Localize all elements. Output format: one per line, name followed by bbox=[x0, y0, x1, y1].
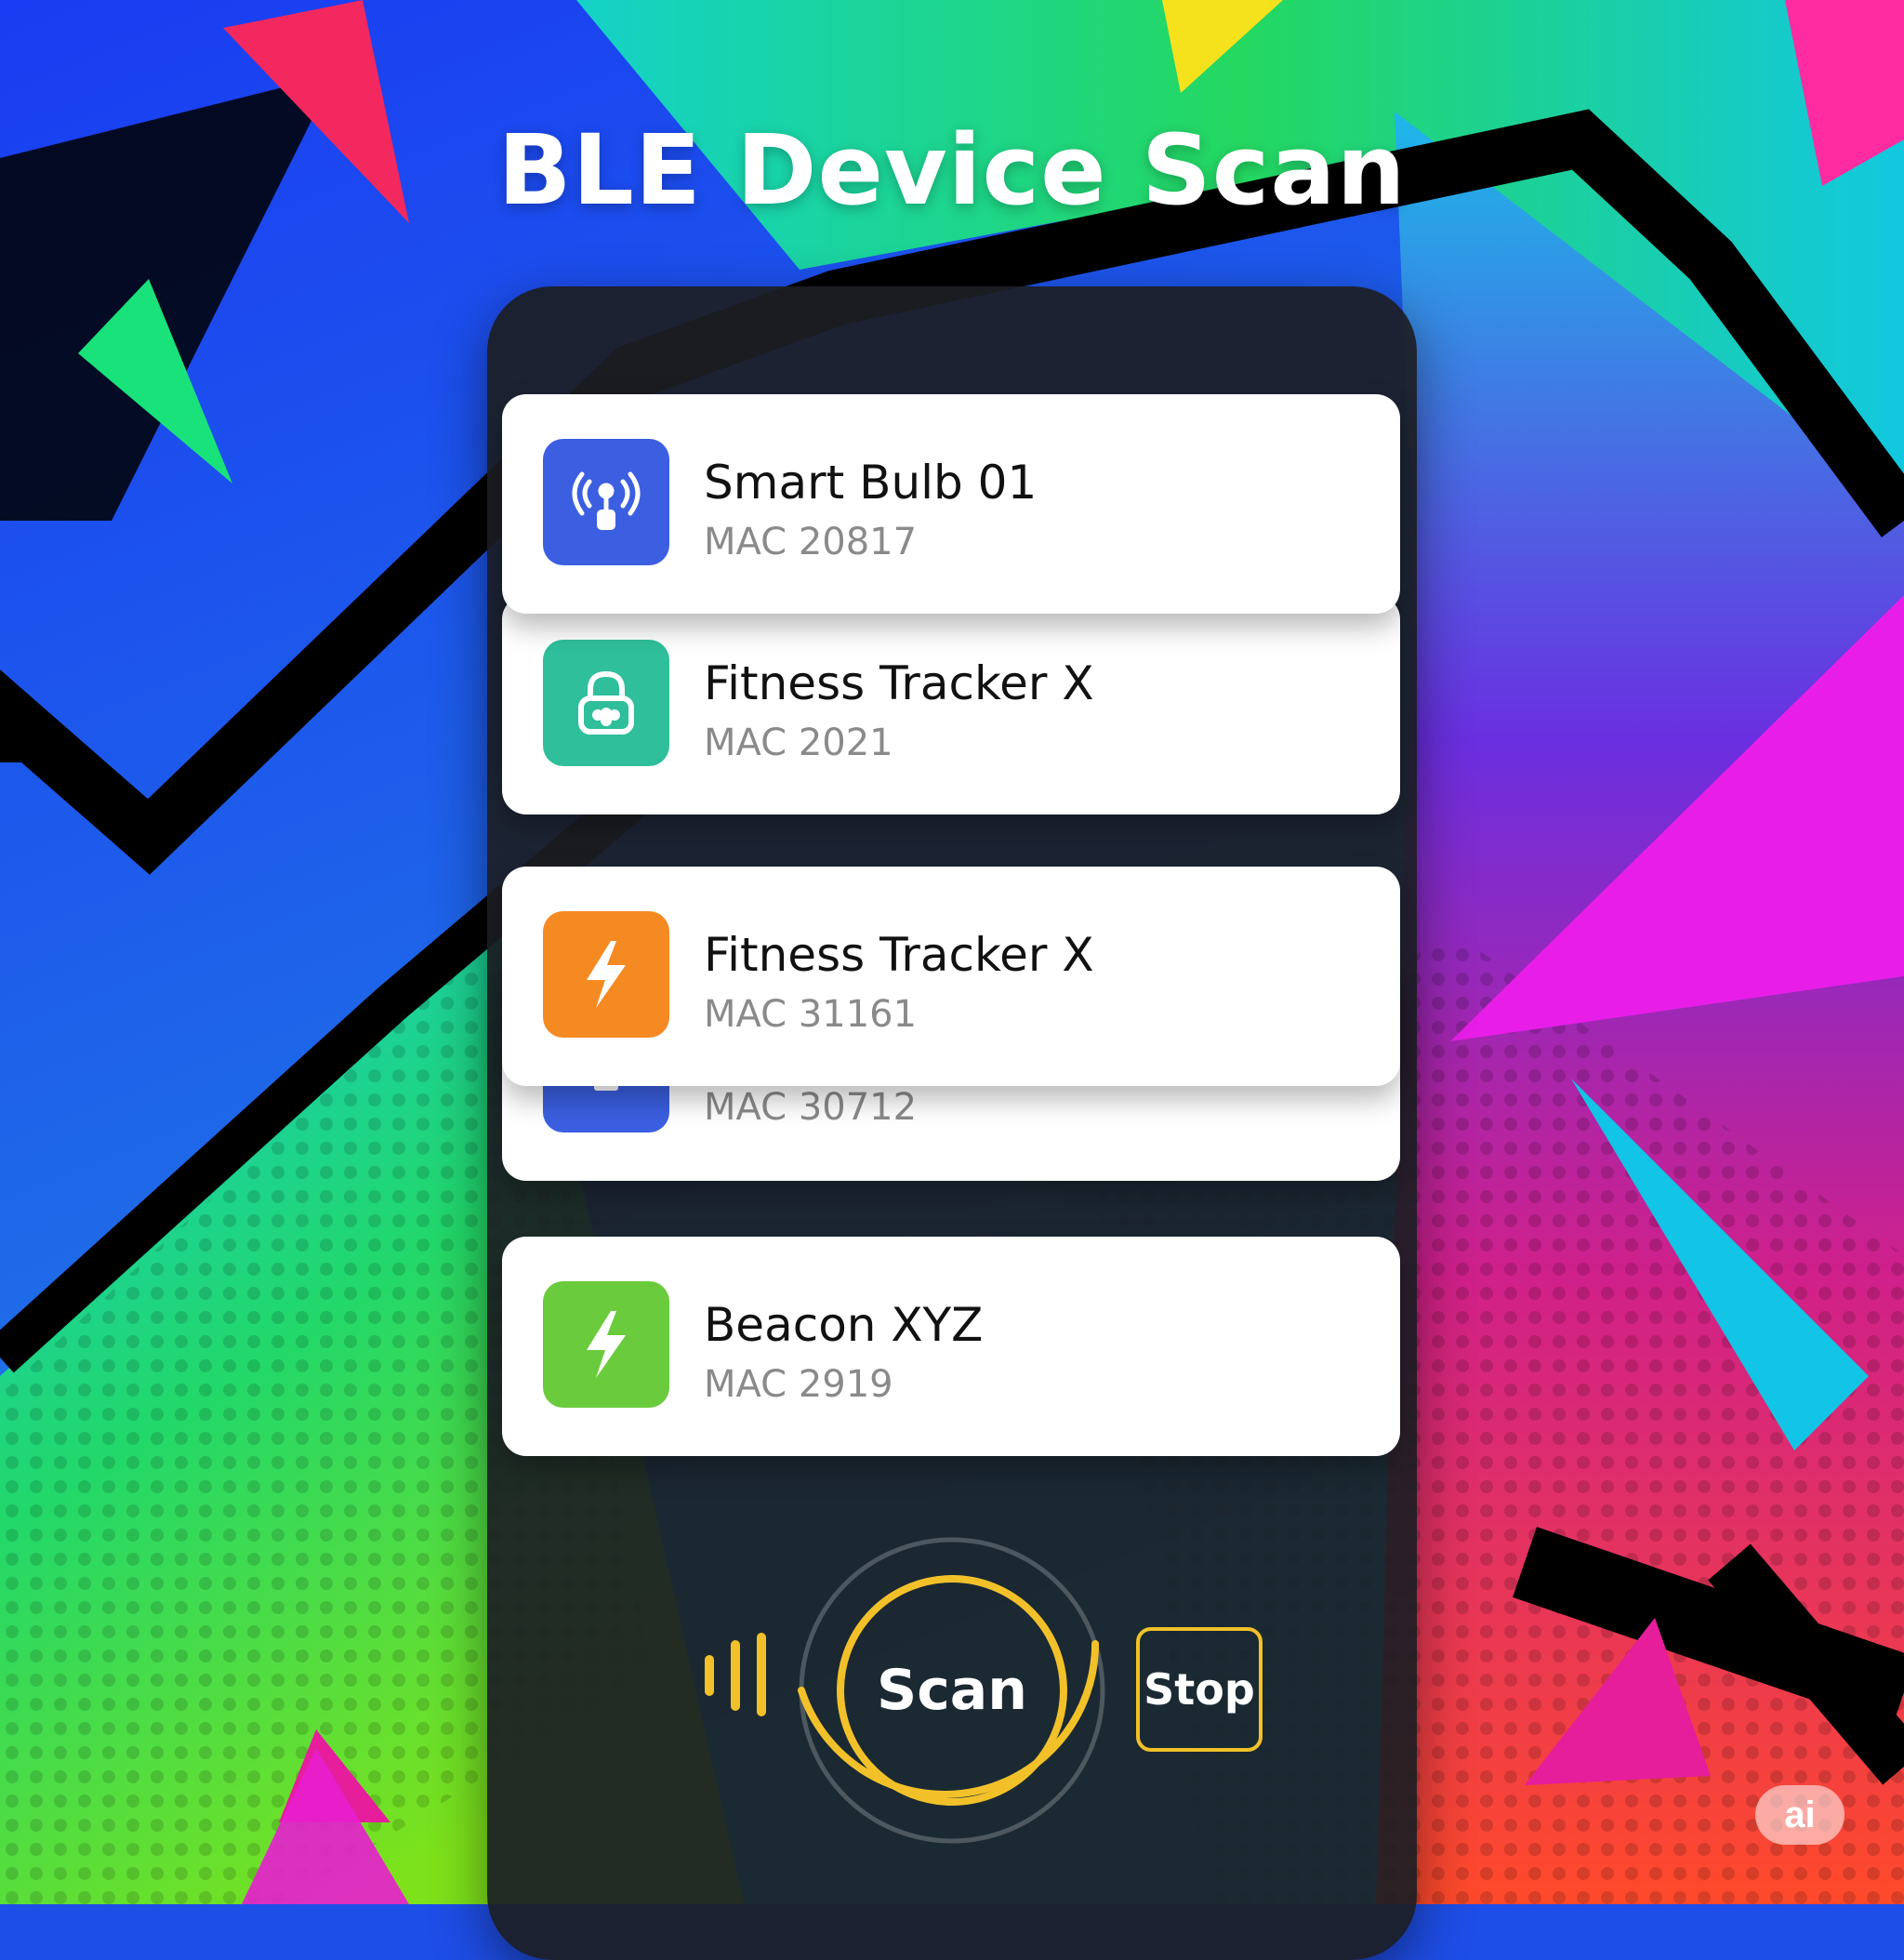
antenna-icon bbox=[543, 439, 669, 565]
lightning-icon bbox=[543, 1281, 669, 1408]
device-name: Smart Bulb 01 bbox=[704, 456, 1038, 510]
signal-bars-icon bbox=[705, 1633, 766, 1716]
stop-button[interactable]: Stop bbox=[1136, 1627, 1263, 1752]
lightning-icon bbox=[543, 911, 669, 1038]
scan-button[interactable]: Scan bbox=[794, 1532, 1110, 1848]
device-name: Beacon XYZ bbox=[704, 1298, 984, 1352]
ai-badge: ai bbox=[1755, 1785, 1844, 1845]
device-name: Fitness Tracker X bbox=[704, 656, 1094, 710]
device-card[interactable]: Fitness Tracker X MAC 2021 bbox=[502, 595, 1400, 814]
device-mac: MAC 31161 bbox=[704, 993, 918, 1036]
device-mac: MAC 20817 bbox=[704, 521, 918, 563]
padlock-icon bbox=[543, 640, 669, 766]
device-card[interactable]: Smart Bulb 01 MAC 20817 bbox=[502, 394, 1400, 614]
device-mac: MAC 2021 bbox=[704, 722, 893, 764]
device-mac: MAC 2919 bbox=[704, 1363, 893, 1406]
scan-label: Scan bbox=[877, 1658, 1027, 1723]
page-title: BLE Device Scan bbox=[497, 113, 1407, 227]
device-mac: MAC 30712 bbox=[704, 1086, 918, 1129]
device-name: Fitness Tracker X bbox=[704, 928, 1094, 982]
device-card[interactable]: Beacon XYZ MAC 2919 bbox=[502, 1237, 1400, 1456]
device-card[interactable]: Fitness Tracker X MAC 31161 bbox=[502, 867, 1400, 1086]
